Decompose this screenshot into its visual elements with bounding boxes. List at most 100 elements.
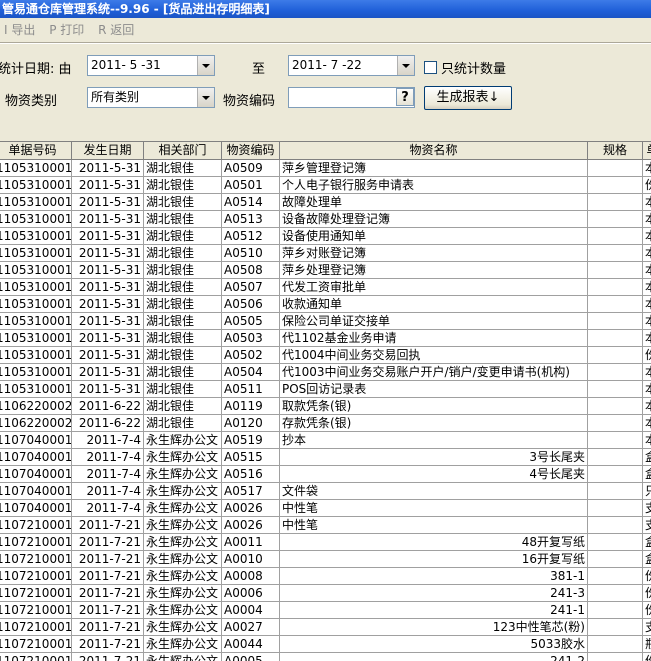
chevron-down-icon[interactable]: [197, 56, 214, 75]
code-cell: A0504: [222, 364, 280, 381]
window-title: 管易通仓库管理系统--9.96 - [货品进出存明细表]: [0, 0, 651, 18]
name-cell: 设备使用通知单: [280, 228, 588, 245]
code-cell: A0512: [222, 228, 280, 245]
table-row[interactable]: 11053100012011-5-31湖北银佳A0501个人电子银行服务申请表 份: [0, 177, 651, 194]
date-cell: 2011-7-21: [72, 585, 144, 602]
column-header[interactable]: 单: [643, 142, 651, 159]
table-row[interactable]: 11062200022011-6-22湖北银佳A0120存款凭条(银) 本: [0, 415, 651, 432]
doc-no-cell: 1107210001: [0, 534, 72, 551]
column-header[interactable]: 发生日期: [72, 142, 144, 159]
column-header[interactable]: 相关部门: [144, 142, 222, 159]
table-row[interactable]: 11072100012011-7-21永生辉办公文A00445033胶水 瓶: [0, 636, 651, 653]
name-cell: 3号长尾夹: [280, 449, 588, 466]
table-row[interactable]: 11053100012011-5-31湖北银佳A0509萍乡管理登记簿 本: [0, 160, 651, 177]
unit-cell: 本: [643, 415, 651, 432]
code-cell: A0511: [222, 381, 280, 398]
date-cell: 2011-5-31: [72, 228, 144, 245]
table-row[interactable]: 11053100012011-5-31湖北银佳A0506收款通知单 本: [0, 296, 651, 313]
table-row[interactable]: 11072100012011-7-21永生辉办公文A001148开复写纸 盒: [0, 534, 651, 551]
date-from-picker[interactable]: 2011- 5 -31: [87, 55, 215, 76]
table-row[interactable]: 11070400012011-7-4永生辉办公文A05164号长尾夹 盒: [0, 466, 651, 483]
spec-cell: [588, 313, 643, 330]
column-header[interactable]: 单据号码: [0, 142, 72, 159]
unit-cell: 本: [643, 228, 651, 245]
print-button[interactable]: P 打印: [49, 23, 84, 37]
table-row[interactable]: 11072100012011-7-21永生辉办公文A001016开复写纸 盒: [0, 551, 651, 568]
column-header[interactable]: 物资名称: [280, 142, 588, 159]
qty-only-checkbox[interactable]: [424, 61, 437, 74]
table-row[interactable]: 11053100012011-5-31湖北银佳A0503代1102基金业务申请 本: [0, 330, 651, 347]
code-cell: A0026: [222, 500, 280, 517]
date-cell: 2011-7-21: [72, 517, 144, 534]
table-row[interactable]: 11072100012011-7-21永生辉办公文A0026中性笔 支: [0, 517, 651, 534]
doc-no-cell: 1105310001: [0, 228, 72, 245]
dept-cell: 永生辉办公文: [144, 483, 222, 500]
back-button[interactable]: R 返回: [98, 23, 134, 37]
export-button[interactable]: I 导出: [4, 23, 35, 37]
name-cell: 代1004中间业务交易回执: [280, 347, 588, 364]
chevron-down-icon[interactable]: [197, 88, 214, 107]
dept-cell: 湖北银佳: [144, 279, 222, 296]
code-cell: A0120: [222, 415, 280, 432]
date-cell: 2011-5-31: [72, 296, 144, 313]
table-row[interactable]: 11053100012011-5-31湖北银佳A0508萍乡处理登记簿 本: [0, 262, 651, 279]
table-row[interactable]: 11053100012011-5-31湖北银佳A0505保险公司单证交接单 本: [0, 313, 651, 330]
table-row[interactable]: 1105310001 2011-5-31 湖北银佳 A0502 代1004中间业务交易回…: [0, 347, 651, 364]
table-row[interactable]: 11053100012011-5-31湖北银佳A0514故障处理单 本: [0, 194, 651, 211]
date-to-picker[interactable]: 2011- 7 -22: [288, 55, 415, 76]
table-row[interactable]: 11072100012011-7-21永生辉办公文A0006241-3 份: [0, 585, 651, 602]
name-cell: 文件袋: [280, 483, 588, 500]
dept-cell: 永生辉办公文: [144, 585, 222, 602]
table-row[interactable]: 1107210001 2011-7-21 永生辉办公文 A0027 123中性笔芯(粉)…: [0, 619, 651, 636]
code-cell: A0507: [222, 279, 280, 296]
doc-no-cell: 1105310001: [0, 279, 72, 296]
category-label: 物资类别: [5, 94, 58, 109]
category-select[interactable]: 所有类别: [87, 87, 215, 108]
generate-report-button[interactable]: 生成报表↓: [424, 86, 512, 110]
table-row[interactable]: 11053100012011-5-31湖北银佳A0510萍乡对账登记簿 本: [0, 245, 651, 262]
table-row[interactable]: 1105310001 2011-5-31 湖北银佳 A0504 代1003中间业务交易账…: [0, 364, 651, 381]
table-row[interactable]: 11053100012011-5-31湖北银佳A0507代发工资审批单 本: [0, 279, 651, 296]
code-lookup-button[interactable]: ?: [396, 88, 414, 106]
column-header[interactable]: 物资编码: [222, 142, 280, 159]
table-row[interactable]: 11072100012011-7-21永生辉办公文A0004241-1 份: [0, 602, 651, 619]
spec-cell: [588, 602, 643, 619]
dept-cell: 永生辉办公文: [144, 619, 222, 636]
dept-cell: 永生辉办公文: [144, 636, 222, 653]
doc-no-cell: 1107210001: [0, 602, 72, 619]
toolbar: I 导出 P 打印 R 返回: [0, 20, 651, 40]
table-row[interactable]: 11053100012011-5-31湖北银佳A0511POS回访记录表 本: [0, 381, 651, 398]
date-cell: 2011-5-31: [72, 194, 144, 211]
report-grid[interactable]: 单据号码发生日期相关部门物资编码物资名称规格单 11053100012011-5…: [0, 141, 651, 661]
code-cell: A0515: [222, 449, 280, 466]
doc-no-cell: 1107040001: [0, 483, 72, 500]
table-row[interactable]: 11070400012011-7-4永生辉办公文A0519抄本 本: [0, 432, 651, 449]
unit-cell: 本: [643, 194, 651, 211]
table-row[interactable]: 11072100012011-7-21永生辉办公文A0008381-1 份: [0, 568, 651, 585]
spec-cell: [588, 500, 643, 517]
chevron-down-icon[interactable]: [397, 56, 414, 75]
dept-cell: 永生辉办公文: [144, 432, 222, 449]
date-cell: 2011-6-22: [72, 398, 144, 415]
name-cell: 241-3: [280, 585, 588, 602]
dept-cell: 湖北银佳: [144, 245, 222, 262]
doc-no-cell: 1107040001: [0, 500, 72, 517]
date-cell: 2011-5-31: [72, 364, 144, 381]
table-row[interactable]: 11070400012011-7-4永生辉办公文A0517文件袋 只: [0, 483, 651, 500]
table-row[interactable]: 11070400012011-7-4永生辉办公文A0026中性笔 支: [0, 500, 651, 517]
spec-cell: [588, 568, 643, 585]
column-header[interactable]: 规格: [588, 142, 643, 159]
unit-cell: 本: [643, 245, 651, 262]
dept-cell: 湖北银佳: [144, 296, 222, 313]
table-row[interactable]: 11053100012011-5-31湖北银佳A0513设备故障处理登记簿 本: [0, 211, 651, 228]
code-cell: A0010: [222, 551, 280, 568]
unit-cell: 本: [643, 279, 651, 296]
table-row[interactable]: 11053100012011-5-31湖北银佳A0512设备使用通知单 本: [0, 228, 651, 245]
doc-no-cell: 1105310001: [0, 364, 72, 381]
table-row[interactable]: 11070400012011-7-4永生辉办公文A05153号长尾夹 盒: [0, 449, 651, 466]
spec-cell: [588, 381, 643, 398]
spec-cell: [588, 177, 643, 194]
name-cell: 381-1: [280, 568, 588, 585]
table-row[interactable]: 11062200022011-6-22湖北银佳A0119取款凭条(银) 本: [0, 398, 651, 415]
unit-cell: 支: [643, 500, 651, 517]
